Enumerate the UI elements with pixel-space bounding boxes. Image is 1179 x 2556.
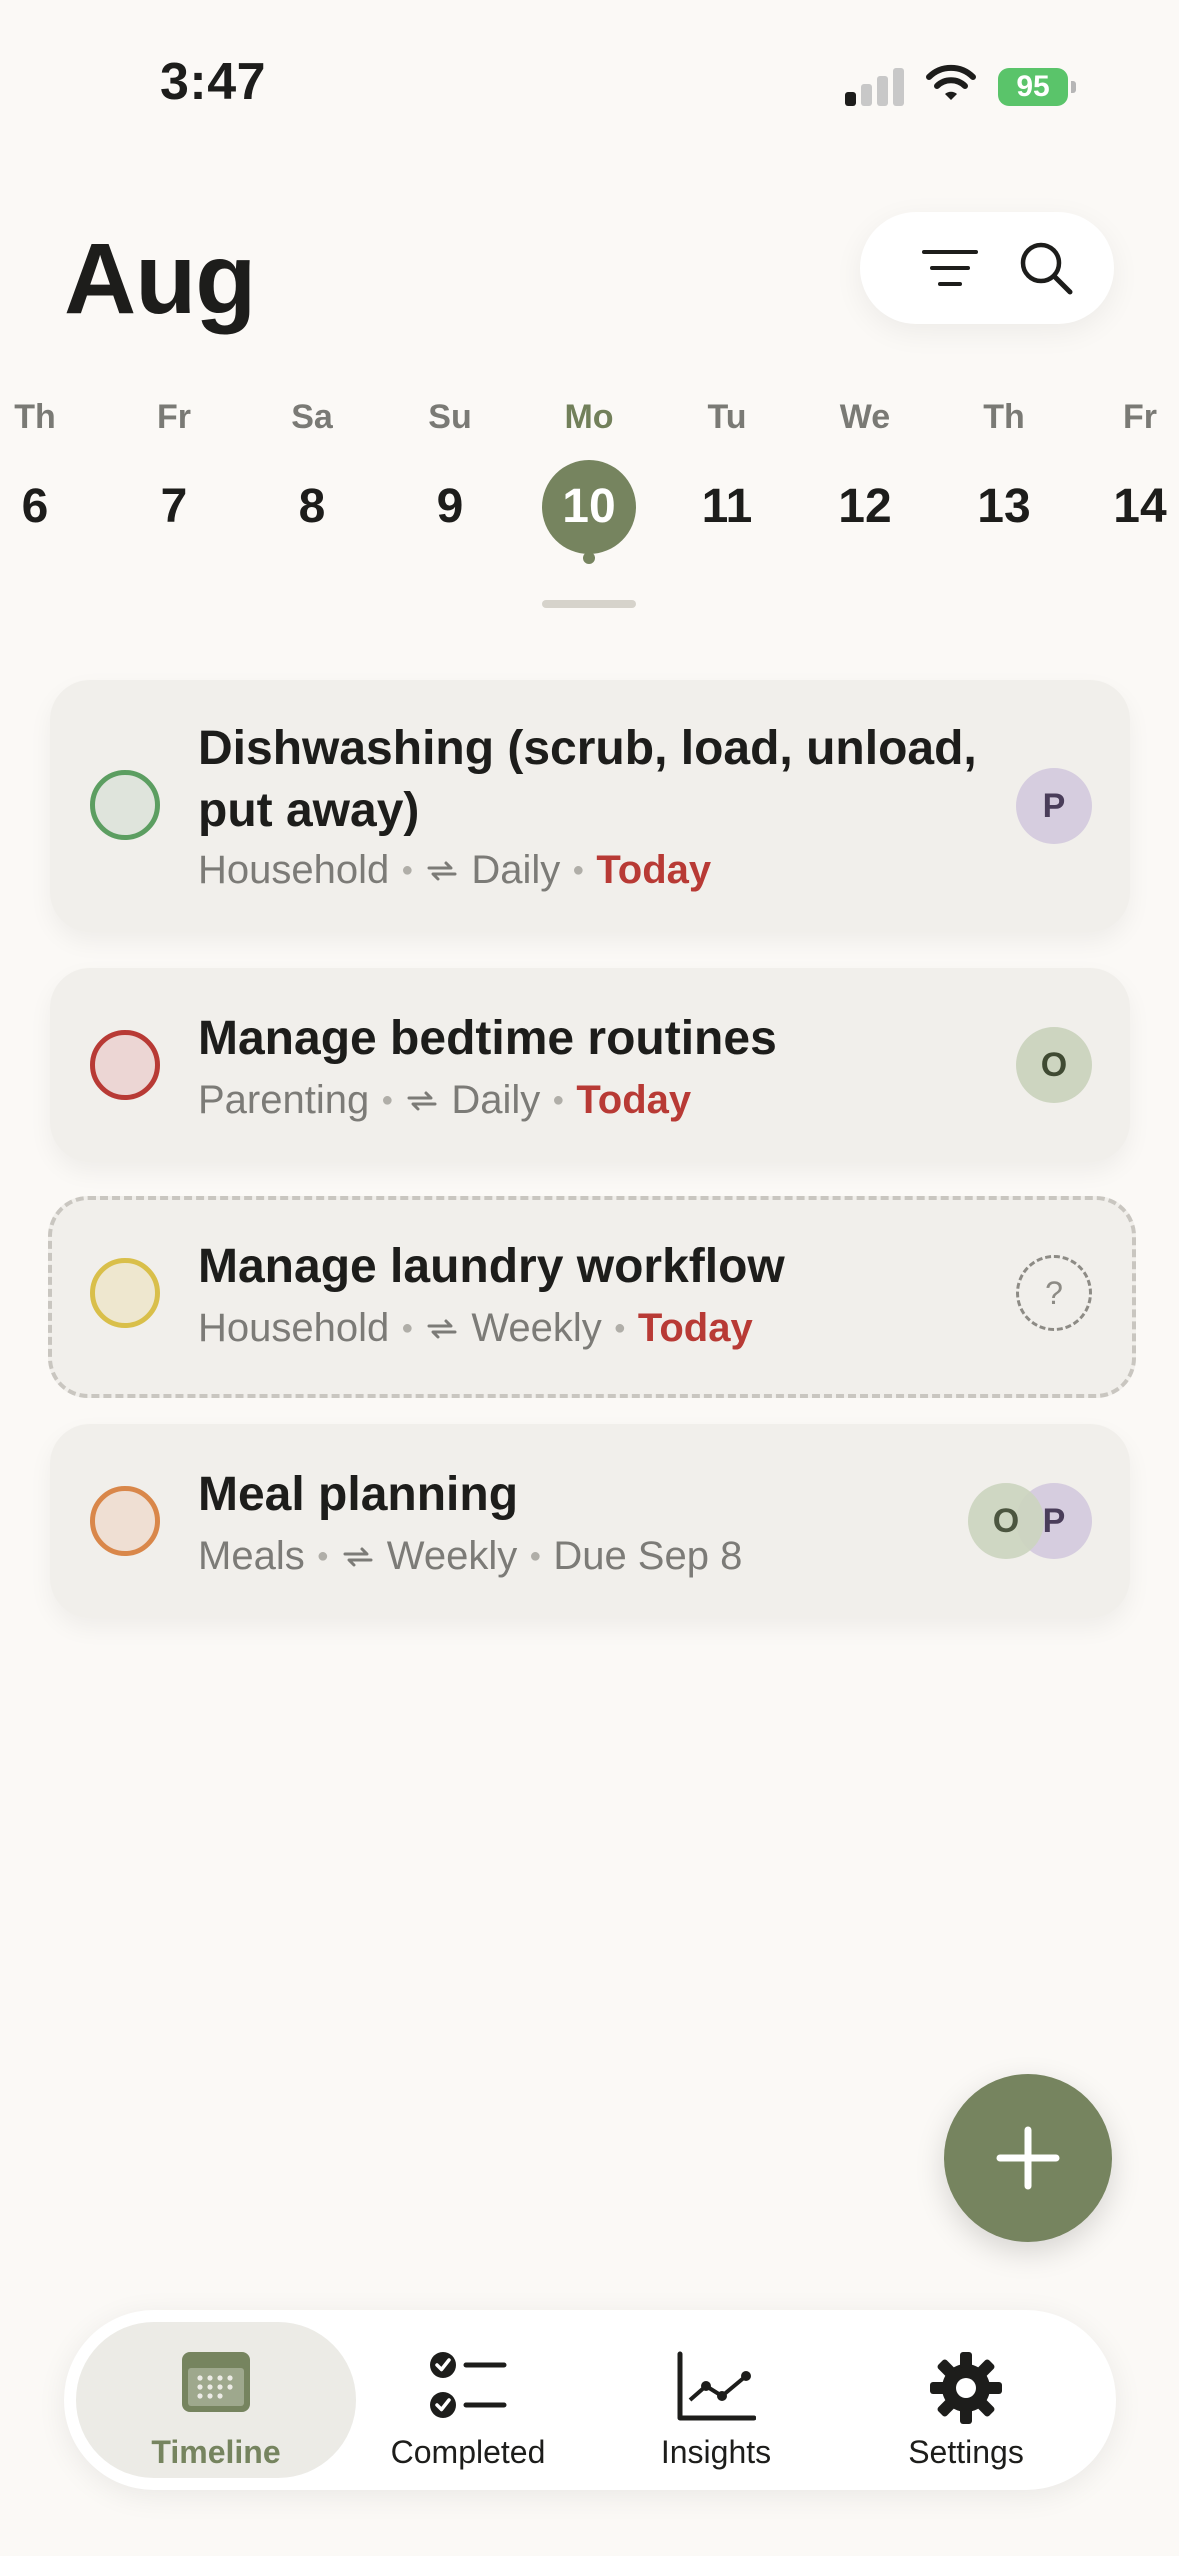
repeat-icon: [407, 1091, 437, 1110]
task-card[interactable]: Dishwashing (scrub, load, unload, put aw…: [50, 680, 1130, 932]
tab-settings[interactable]: Settings: [826, 2322, 1106, 2478]
calendar-icon: [182, 2352, 250, 2412]
day-abbr: Mo: [564, 398, 614, 436]
task-category: Household: [198, 848, 390, 892]
task-meta: Household ● Weekly ● Today: [198, 1306, 753, 1350]
day-number: 9: [436, 480, 464, 533]
repeat-icon: [427, 1319, 457, 1338]
tab-timeline[interactable]: Timeline: [76, 2322, 356, 2478]
status-time: 3:47: [160, 53, 267, 111]
day-abbr: Sa: [291, 398, 333, 436]
task-title: Meal planning: [198, 1468, 519, 1521]
day-number: 12: [838, 480, 892, 533]
task-repeat: Daily: [471, 848, 561, 892]
tab-bar: Timeline Completed Insights Settings: [64, 2310, 1116, 2490]
task-category: Household: [198, 1306, 390, 1350]
wifi-icon: [925, 64, 977, 104]
task-category: Parenting: [198, 1078, 370, 1122]
search-icon: [1020, 242, 1073, 295]
day-number: 6: [21, 480, 49, 533]
task-repeat: Daily: [451, 1078, 541, 1122]
tab-label: Completed: [390, 2434, 546, 2470]
search-button[interactable]: [1016, 238, 1076, 298]
unassigned-avatar[interactable]: ?: [1016, 1255, 1092, 1331]
day-abbr: Fr: [1123, 398, 1157, 436]
day-number: 13: [977, 480, 1031, 533]
battery-level: 95: [998, 68, 1068, 106]
day-abbr: Tu: [707, 398, 747, 436]
date-strip: Th 6 Fr 7 Sa 8 Su 9 Mo 10 Tu 11 We 12 Th…: [0, 390, 1179, 590]
task-title: Manage laundry workflow: [198, 1240, 785, 1293]
day-number: 10: [542, 460, 636, 554]
complete-checkbox[interactable]: [90, 770, 160, 840]
cellular-signal-icon: [845, 64, 905, 106]
chart-icon: [677, 2351, 756, 2421]
checklist-icon: [430, 2352, 507, 2418]
task-repeat: Weekly: [471, 1306, 602, 1350]
task-category: Meals: [198, 1534, 305, 1578]
assignee-avatar[interactable]: O: [968, 1483, 1044, 1559]
day-abbr: Su: [428, 398, 472, 436]
task-due: Today: [596, 848, 712, 892]
task-title: Manage bedtime routines: [198, 1012, 777, 1065]
plus-icon: [996, 2126, 1060, 2190]
has-tasks-dot: [583, 552, 595, 564]
tab-label: Settings: [908, 2434, 1024, 2470]
repeat-icon: [343, 1547, 373, 1566]
filter-icon: [922, 250, 978, 286]
task-due: Today: [637, 1306, 753, 1350]
task-card-unassigned[interactable]: Manage laundry workflow Household ● Week…: [48, 1196, 1136, 1398]
tab-label: Insights: [660, 2434, 772, 2470]
month-title: Aug: [64, 223, 256, 335]
task-meta: Household ● Daily ● Today: [198, 848, 712, 892]
add-task-button[interactable]: [944, 2074, 1112, 2242]
task-meta: Meals ● Weekly ● Due Sep 8: [198, 1534, 743, 1578]
battery-icon: 95: [998, 68, 1076, 106]
task-meta: Parenting ● Daily ● Today: [198, 1078, 692, 1122]
tab-completed[interactable]: Completed: [328, 2322, 608, 2478]
drag-handle[interactable]: [542, 600, 636, 608]
complete-checkbox[interactable]: [90, 1258, 160, 1328]
task-card[interactable]: Meal planning Meals ● Weekly ● Due Sep 8…: [50, 1424, 1130, 1618]
header-actions: [860, 212, 1114, 324]
filter-button[interactable]: [920, 238, 980, 298]
complete-checkbox[interactable]: [90, 1486, 160, 1556]
tab-insights[interactable]: Insights: [576, 2322, 856, 2478]
task-due: Today: [576, 1078, 692, 1122]
day-number: 14: [1113, 480, 1167, 533]
task-card[interactable]: Manage bedtime routines Parenting ● Dail…: [50, 968, 1130, 1162]
task-repeat: Weekly: [386, 1534, 518, 1578]
task-due: Due Sep 8: [553, 1534, 743, 1578]
day-abbr: Th: [983, 398, 1025, 436]
day-abbr: We: [839, 398, 891, 436]
gear-icon: [930, 2352, 1002, 2424]
assignee-avatar[interactable]: O: [1016, 1027, 1092, 1103]
day-number: 8: [298, 480, 326, 533]
complete-checkbox[interactable]: [90, 1030, 160, 1100]
day-number: 7: [160, 480, 188, 533]
tab-label: Timeline: [151, 2434, 281, 2470]
day-abbr: Th: [14, 398, 56, 436]
task-title: Dishwashing (scrub, load, unload, put aw…: [198, 722, 977, 837]
repeat-icon: [427, 861, 457, 880]
assignee-avatar[interactable]: P: [1016, 768, 1092, 844]
day-number: 11: [701, 480, 753, 533]
day-abbr: Fr: [157, 398, 191, 436]
